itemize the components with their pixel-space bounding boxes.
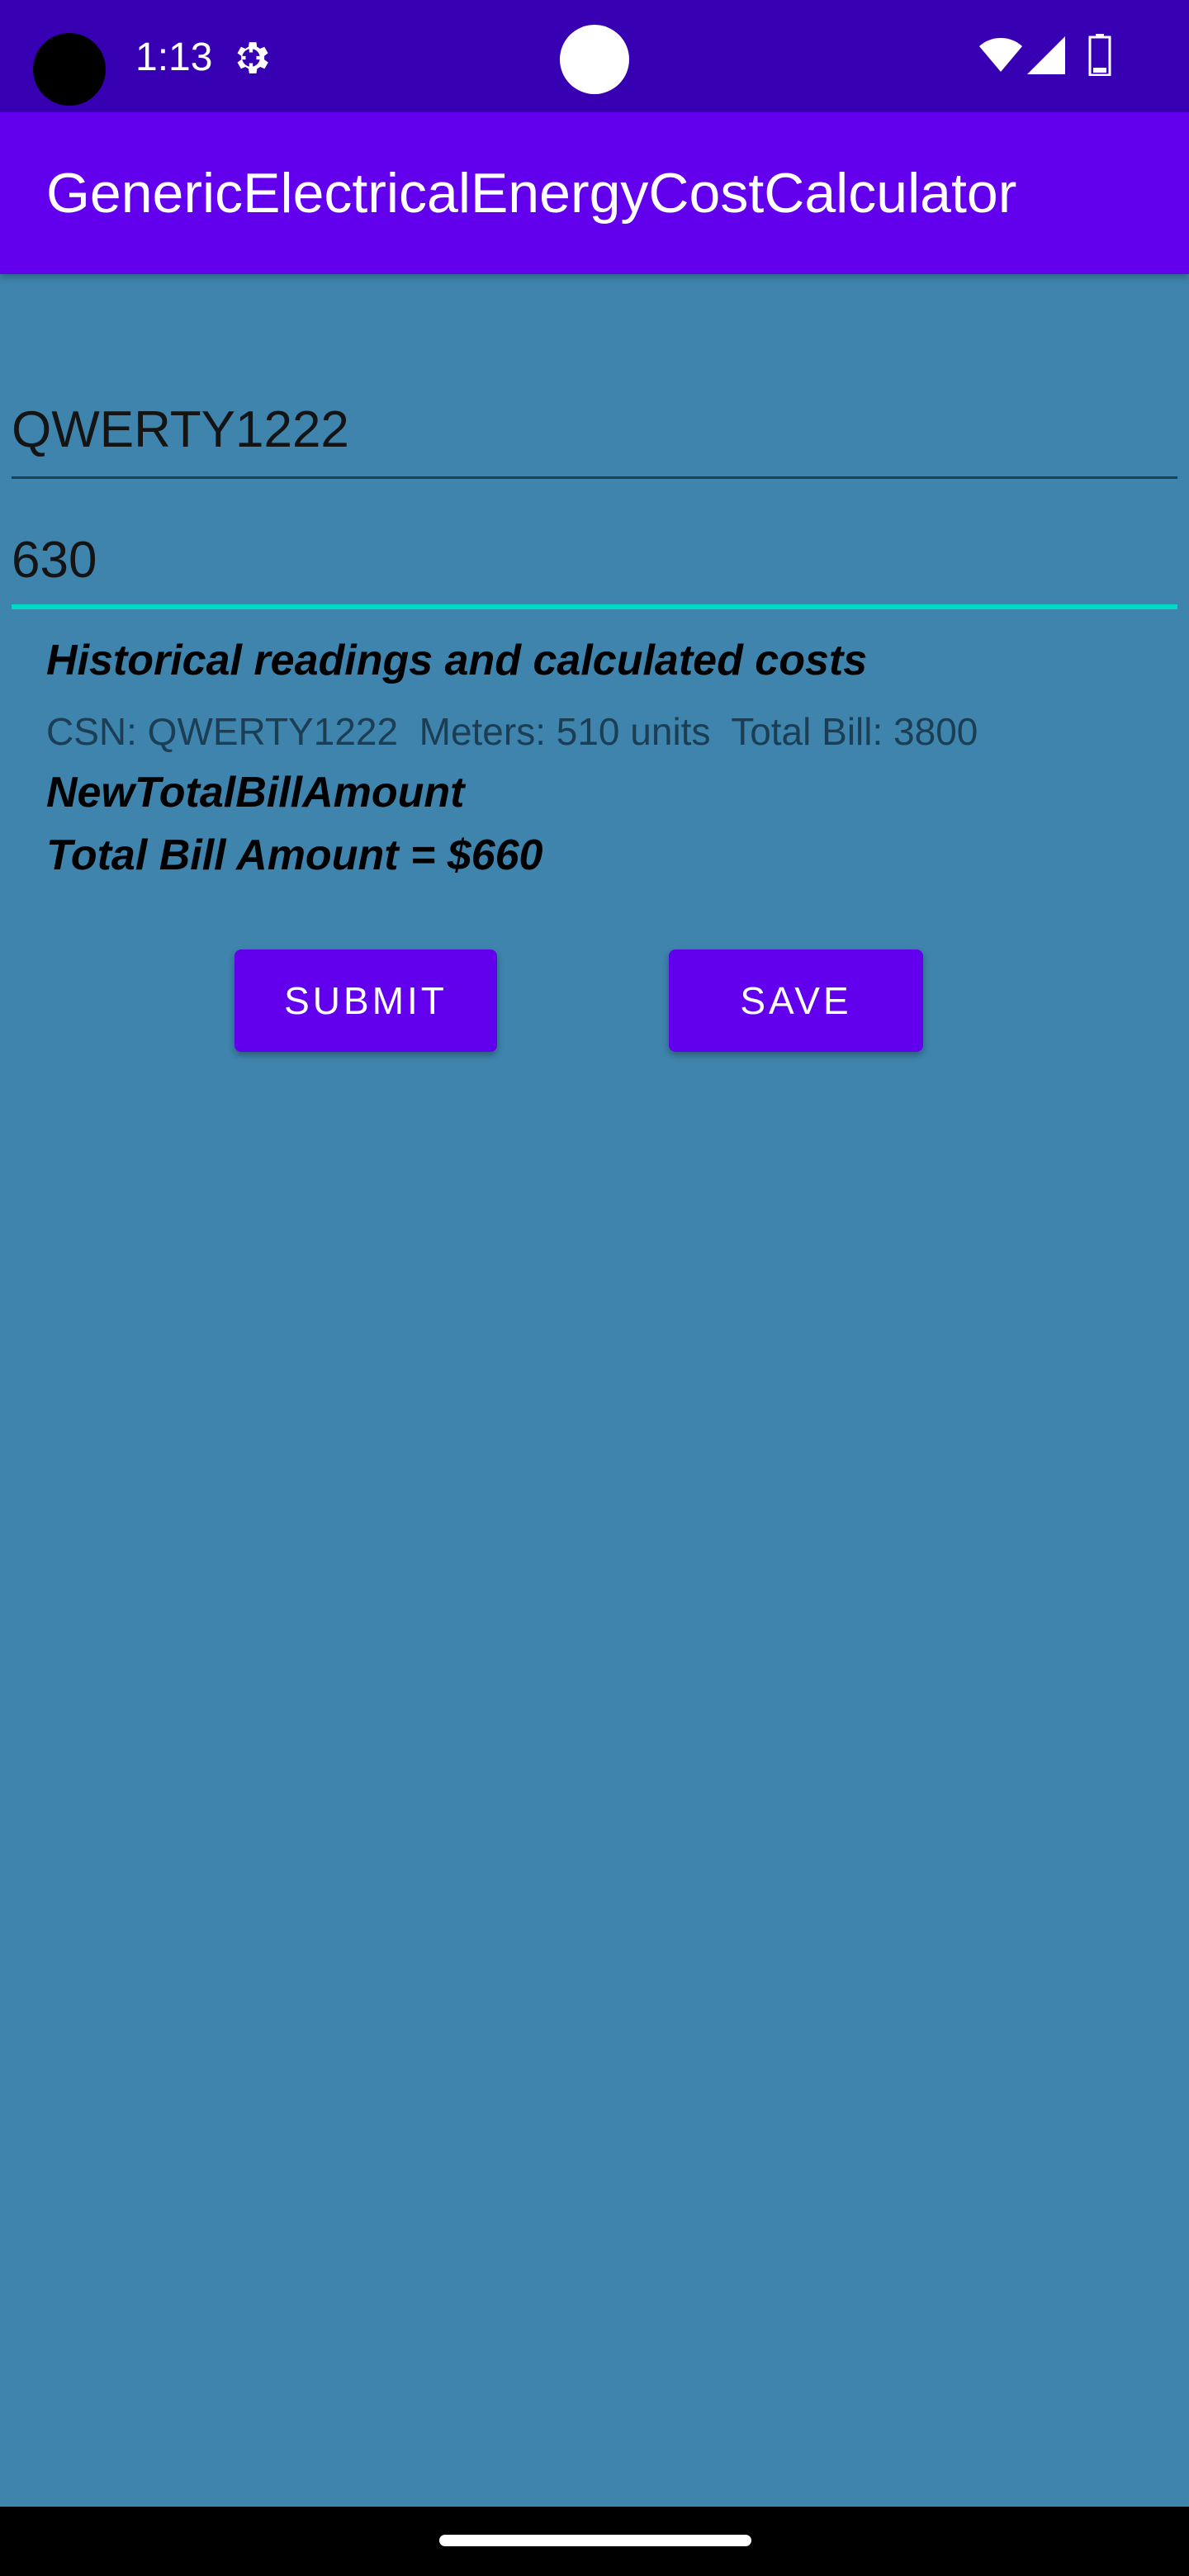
app-bar: GenericElectricalEnergyCostCalculator <box>0 112 1189 274</box>
home-handle[interactable] <box>439 2535 751 2546</box>
units-field-underline <box>12 604 1177 609</box>
history-row: CSN: QWERTY1222 Meters: 510 units Total … <box>46 710 978 753</box>
settings-icon <box>237 42 268 73</box>
camera-cutout <box>33 33 106 106</box>
app-title: GenericElectricalEnergyCostCalculator <box>46 162 1017 225</box>
save-button[interactable]: SAVE <box>669 949 923 1052</box>
signal-icon <box>1027 36 1065 74</box>
wifi-icon <box>979 38 1022 72</box>
new-total-label: NewTotalBillAmount <box>46 769 465 817</box>
csn-field-underline <box>12 476 1177 479</box>
submit-button[interactable]: SUBMIT <box>234 949 497 1052</box>
screen: 1:13 GenericElectricalEnergyCostCalculat… <box>0 0 1189 2576</box>
history-title: Historical readings and calculated costs <box>46 637 868 684</box>
status-bar: 1:13 <box>0 0 1189 112</box>
center-dot <box>560 25 629 94</box>
status-time: 1:13 <box>135 36 213 79</box>
navigation-bar <box>0 2507 1189 2576</box>
total-bill-text: Total Bill Amount = $660 <box>46 831 543 879</box>
csn-field[interactable] <box>12 388 1177 479</box>
units-field[interactable] <box>12 519 1177 609</box>
units-input[interactable] <box>12 519 1177 601</box>
battery-icon <box>1088 34 1111 76</box>
csn-input[interactable] <box>12 388 1177 471</box>
